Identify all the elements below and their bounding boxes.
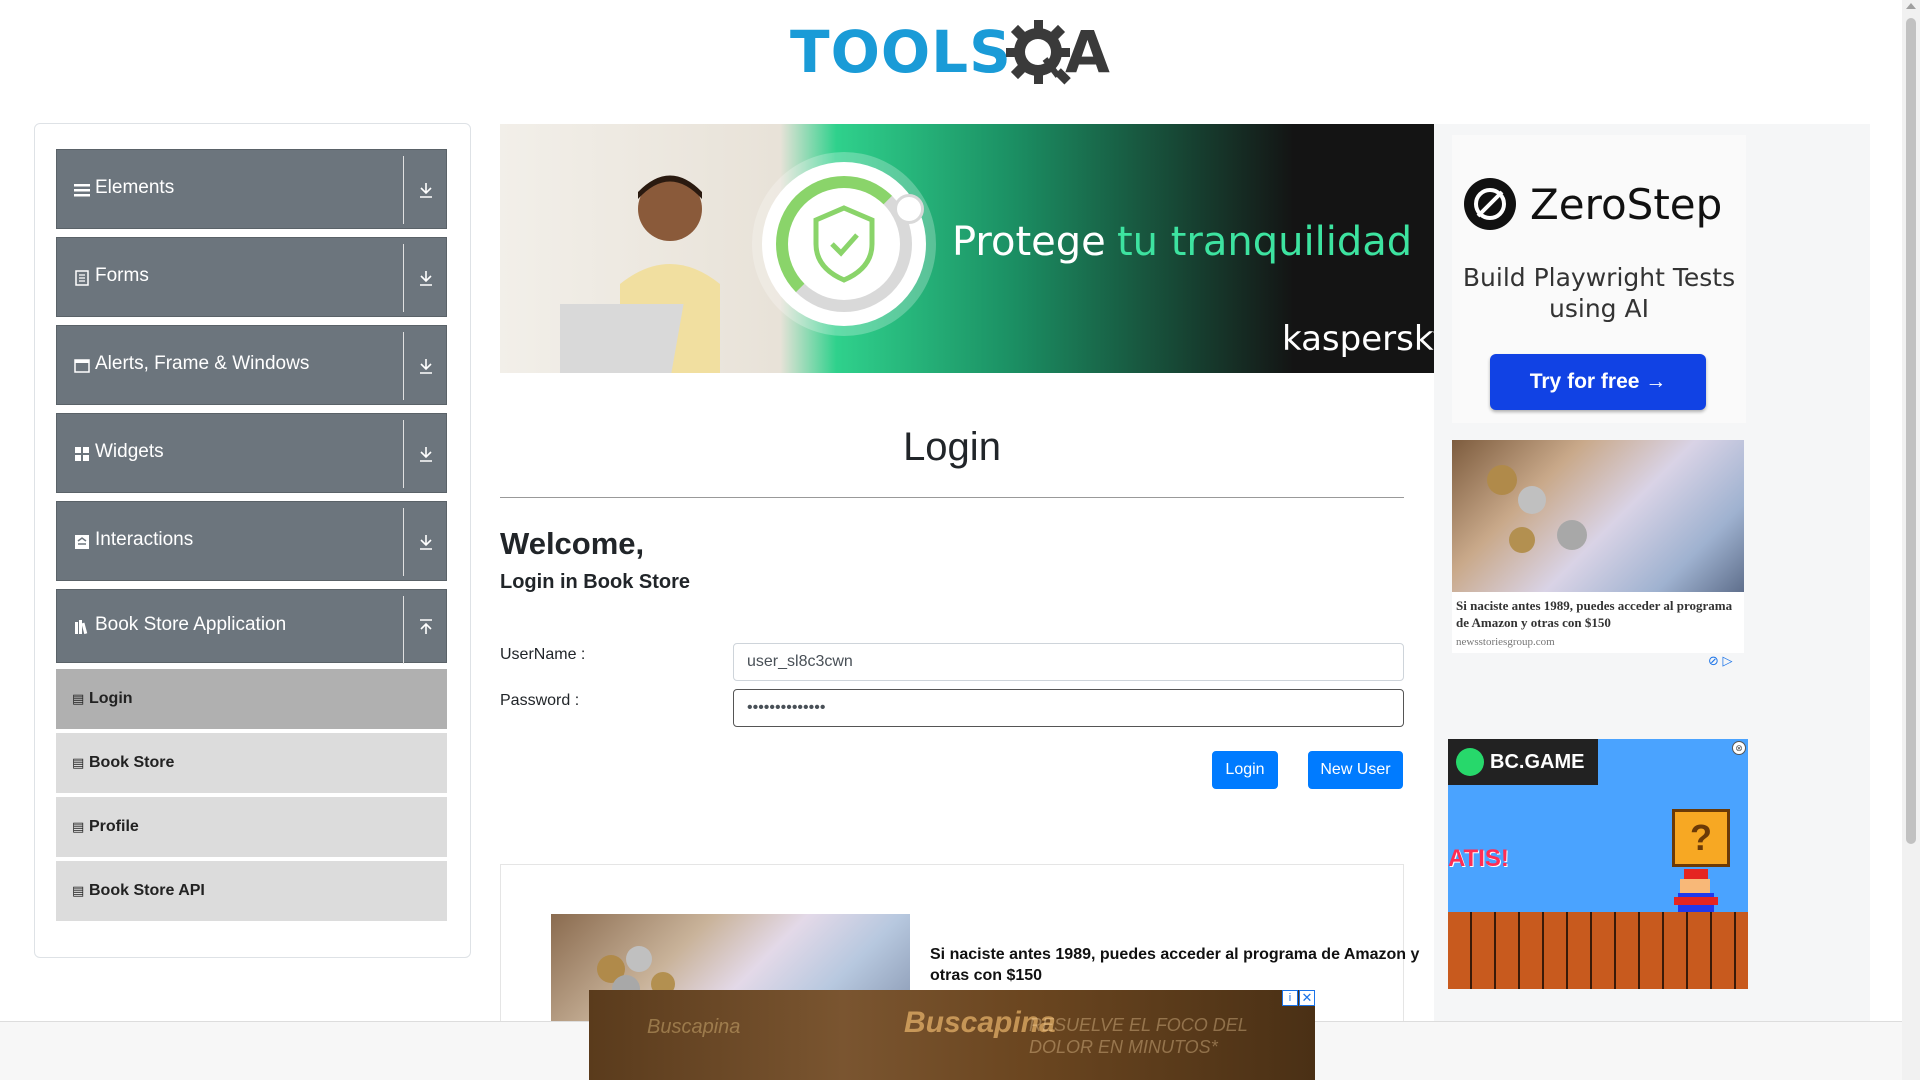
native-ad-text[interactable]: Si naciste antes 1989, puedes acceder al… (1456, 597, 1741, 631)
shield-check-icon (813, 205, 875, 283)
bcgame-logo-icon (1456, 748, 1484, 776)
ring-knob (894, 194, 924, 224)
sidebar-item-profile[interactable]: ▤ Profile (56, 797, 447, 859)
password-label: Password : (500, 692, 580, 709)
grid-icon (75, 447, 89, 461)
login-subtitle: Login in Book Store (500, 571, 690, 593)
scroll-thumb[interactable] (1906, 18, 1916, 844)
brick-floor (1448, 912, 1748, 989)
new-user-button[interactable]: New User (1308, 751, 1403, 789)
username-label: UserName : (500, 646, 586, 663)
ad-slogan: RESUELVE EL FOCO DEL DOLOR EN MINUTOS* (1029, 1015, 1248, 1057)
zerostep-logo-icon (1464, 178, 1516, 230)
site-header: TOOLS A (0, 0, 1900, 110)
ad-info-icon[interactable]: i (1282, 990, 1298, 1006)
upload-arrow-icon[interactable] (418, 619, 434, 635)
page-scrollbar[interactable] (1902, 0, 1920, 1080)
sidebar-group-elements[interactable]: Elements (56, 149, 447, 229)
password-input[interactable]: •••••••••••••• (733, 689, 1404, 727)
ad-close-icon[interactable]: ⊗ (1732, 741, 1746, 755)
bcgame-ad[interactable]: BC.GAME ATIS! ? ⊗ (1448, 739, 1748, 989)
divider (403, 244, 404, 312)
native-ad-right[interactable]: Si naciste antes 1989, puedes acceder al… (1452, 440, 1744, 653)
sidebar-group-label: Interactions (95, 529, 194, 550)
sidebar-group-label: Book Store Application (95, 614, 287, 635)
document-icon: ▤ (72, 691, 85, 706)
sidebar-item-login[interactable]: ▤ Login (56, 669, 447, 731)
scroll-up-arrow-icon[interactable] (1906, 3, 1916, 9)
username-input[interactable]: user_sl8c3cwn (733, 643, 1404, 681)
question-block-icon: ? (1672, 809, 1730, 867)
download-arrow-icon[interactable] (418, 534, 434, 550)
page-title: Login (903, 425, 1001, 469)
money-image[interactable] (1452, 440, 1744, 592)
sidebar-group-widgets[interactable]: Widgets (56, 413, 447, 493)
window-icon (74, 359, 90, 373)
zerostep-tagline: Build Playwright Tests using AI (1462, 263, 1736, 323)
banner-text-highlight: tu tranquilidad (1117, 219, 1413, 265)
sidebar-item-book-store-api[interactable]: ▤ Book Store API (56, 861, 447, 923)
ad-close-icon[interactable]: ✕ (1299, 990, 1315, 1006)
buscapina-bottom-ad[interactable]: Buscapina Buscapina RESUELVE EL FOCO DEL… (589, 990, 1315, 1080)
banner-text: Protege (952, 219, 1106, 265)
interaction-icon (75, 535, 89, 549)
sidebar-item-book-store[interactable]: ▤ Book Store (56, 733, 447, 795)
document-icon: ▤ (72, 819, 85, 834)
download-arrow-icon[interactable] (418, 182, 434, 198)
divider (403, 156, 404, 224)
download-arrow-icon[interactable] (418, 270, 434, 286)
sidebar-group-book-store[interactable]: Book Store Application (56, 589, 447, 664)
divider (403, 420, 404, 488)
logo-suffix: A (1065, 18, 1110, 86)
divider (403, 332, 404, 400)
try-for-free-button[interactable]: Try for free → (1490, 354, 1706, 410)
divider (403, 596, 404, 664)
sidebar-group-label: Widgets (95, 441, 164, 462)
coins-image (1487, 465, 1587, 553)
document-icon: ▤ (72, 883, 85, 898)
books-icon (75, 620, 88, 635)
toolsqa-logo[interactable]: TOOLS A (790, 14, 1120, 94)
person-laptop-image (560, 175, 720, 373)
login-button[interactable]: Login (1212, 751, 1278, 789)
bcgame-snippet: ATIS! (1448, 845, 1509, 872)
sidebar-group-label: Forms (95, 265, 149, 286)
welcome-heading: Welcome, (500, 526, 645, 561)
kaspersky-banner-ad[interactable]: Protege tu tranquilidad kaspersky (500, 124, 1434, 373)
divider (500, 497, 1404, 498)
sidebar-item-label: Book Store API (89, 882, 205, 899)
sidebar-item-label: Book Store (89, 754, 175, 771)
sidebar-item-label: Profile (89, 818, 139, 835)
shield-ring (762, 162, 926, 326)
document-icon (75, 270, 89, 286)
sidebar-item-label: Login (89, 690, 133, 707)
banner-brand: kaspersky (1282, 319, 1434, 359)
ad-brand-text: Buscapina (647, 1016, 741, 1038)
sidebar-group-interactions[interactable]: Interactions (56, 501, 447, 581)
sidebar-group-forms[interactable]: Forms (56, 237, 447, 317)
zerostep-name: ZeroStep (1530, 180, 1723, 229)
adchoices-icon[interactable]: ⊘ ▷ (1708, 653, 1733, 669)
sidebar-group-label: Alerts, Frame & Windows (95, 353, 310, 374)
download-arrow-icon[interactable] (418, 446, 434, 462)
left-sidebar: Elements Forms Alerts, Frame & Windows W… (34, 123, 471, 958)
logo-text: TOOLS (790, 18, 1012, 86)
download-arrow-icon[interactable] (418, 358, 434, 374)
sidebar-group-label: Elements (95, 177, 175, 198)
document-icon: ▤ (72, 755, 85, 770)
divider (403, 508, 404, 576)
sidebar-group-alerts[interactable]: Alerts, Frame & Windows (56, 325, 447, 405)
native-ad-headline[interactable]: Si naciste antes 1989, puedes acceder al… (930, 944, 1430, 986)
native-ad-source: newsstoriesgroup.com (1456, 636, 1555, 648)
hamburger-icon (74, 184, 90, 197)
